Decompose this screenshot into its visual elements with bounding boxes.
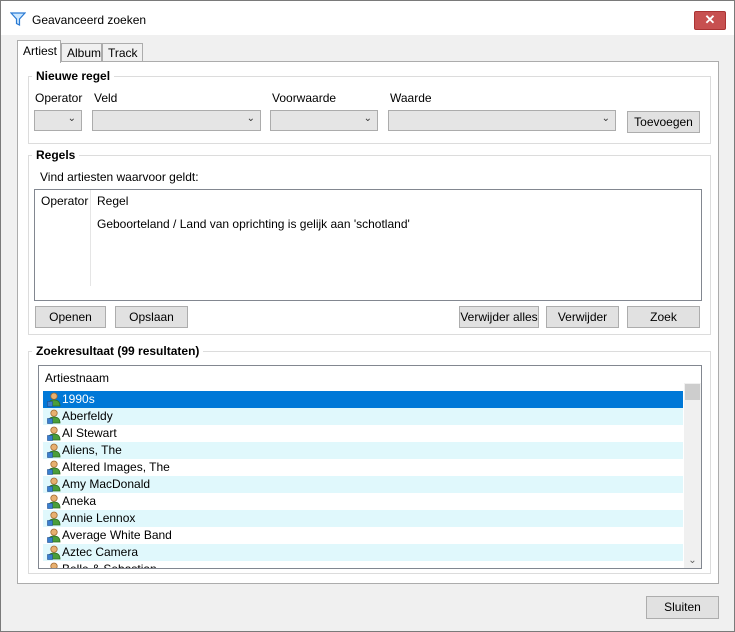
artist-name: Aneka [62,494,97,508]
results-group: Zoekresultaat (99 resultaten) Artiestnaa… [28,344,711,574]
rule-text: Geboorteland / Land van oprichting is ge… [97,217,410,231]
scroll-down-icon[interactable]: ⌄ [684,552,701,568]
list-item[interactable]: Belle & Sebastian [43,561,683,569]
list-item[interactable]: Altered Images, The [43,459,683,476]
artist-name: Al Stewart [62,426,117,440]
list-item[interactable]: Aneka [43,493,683,510]
field-label: Veld [94,91,118,105]
tab-artist[interactable]: Artiest [17,40,61,63]
artist-name: Aztec Camera [62,545,139,559]
person-icon [47,511,61,526]
person-icon [47,545,61,560]
chevron-down-icon: ⌄ [601,113,610,124]
rules-group: Regels Vind artiesten waarvoor geldt: Op… [28,148,711,335]
person-icon [47,477,61,492]
advanced-search-window: Geavanceerd zoeken ✕ Artiest Album Track… [0,0,735,632]
new-rule-group: Nieuwe regel Operator Veld Voorwaarde Wa… [28,69,711,144]
scroll-thumb[interactable] [685,384,700,400]
artist-name: Aberfeldy [62,409,113,423]
chevron-down-icon: ⌄ [363,113,372,124]
field-dropdown[interactable]: ⌄ [92,110,261,131]
list-item[interactable]: Aliens, The [43,442,683,459]
person-icon [47,409,61,424]
operator-label: Operator [35,91,83,105]
tab-page-artist: Nieuwe regel Operator Veld Voorwaarde Wa… [17,61,719,584]
value-label: Waarde [390,91,432,105]
new-rule-title: Nieuwe regel [32,69,115,83]
artist-name: 1990s [62,392,95,406]
close-window-button[interactable]: ✕ [694,11,726,30]
artist-name: Amy MacDonald [62,477,151,491]
results-title: Zoekresultaat (99 resultaten) [32,344,204,358]
results-scrollbar[interactable]: ⌃ ⌄ [684,383,701,568]
artist-name: Altered Images, The [62,460,170,474]
condition-label: Voorwaarde [272,91,337,105]
search-button[interactable]: Zoek [627,306,700,328]
rule-row[interactable]: Geboorteland / Land van oprichting is ge… [35,216,695,233]
person-icon [47,392,61,407]
close-icon: ✕ [704,12,716,27]
artist-name: Annie Lennox [62,511,136,525]
chevron-down-icon: ⌄ [246,113,255,124]
rules-list[interactable]: Operator Regel Geboorteland / Land van o… [34,189,702,301]
title-bar: Geavanceerd zoeken ✕ [1,1,734,35]
column-header-operator[interactable]: Operator [35,190,91,212]
list-item[interactable]: Aberfeldy [43,408,683,425]
add-rule-button[interactable]: Toevoegen [627,111,700,133]
list-item[interactable]: Average White Band [43,527,683,544]
list-item[interactable]: Aztec Camera [43,544,683,561]
list-item[interactable]: 1990s [43,391,683,408]
window-title: Geavanceerd zoeken [32,13,147,27]
column-header-artist-name[interactable]: Artiestnaam [39,367,239,389]
artist-name: Belle & Sebastian [62,562,157,569]
person-icon [50,562,58,568]
open-button[interactable]: Openen [35,306,106,328]
person-icon [47,460,61,475]
list-item[interactable]: Amy MacDonald [43,476,683,493]
artist-name: Aliens, The [62,443,122,457]
delete-button[interactable]: Verwijder [546,306,619,328]
artist-name: Average White Band [62,528,172,542]
operator-dropdown[interactable]: ⌄ [34,110,82,131]
person-icon [47,494,61,509]
person-icon [47,528,61,543]
save-button[interactable]: Opslaan [115,306,188,328]
value-dropdown[interactable]: ⌄ [388,110,616,131]
rules-title: Regels [32,148,80,162]
tab-track[interactable]: Track [102,43,143,62]
person-icon [47,426,61,441]
condition-dropdown[interactable]: ⌄ [270,110,378,131]
dialog-body: Artiest Album Track Nieuwe regel Operato… [1,35,734,631]
list-item[interactable]: Al Stewart [43,425,683,442]
chevron-down-icon: ⌄ [67,113,76,124]
filter-icon [10,12,26,26]
delete-all-button[interactable]: Verwijder alles [459,306,539,328]
column-header-rule[interactable]: Regel [91,190,691,212]
close-button[interactable]: Sluiten [646,596,719,619]
list-item[interactable]: Annie Lennox [43,510,683,527]
results-list[interactable]: Artiestnaam 1990s Aberfeldy Al Stewart Alie… [38,365,702,569]
rules-intro: Vind artiesten waarvoor geldt: [40,170,199,184]
tab-album[interactable]: Album [61,43,102,62]
person-icon [47,443,61,458]
